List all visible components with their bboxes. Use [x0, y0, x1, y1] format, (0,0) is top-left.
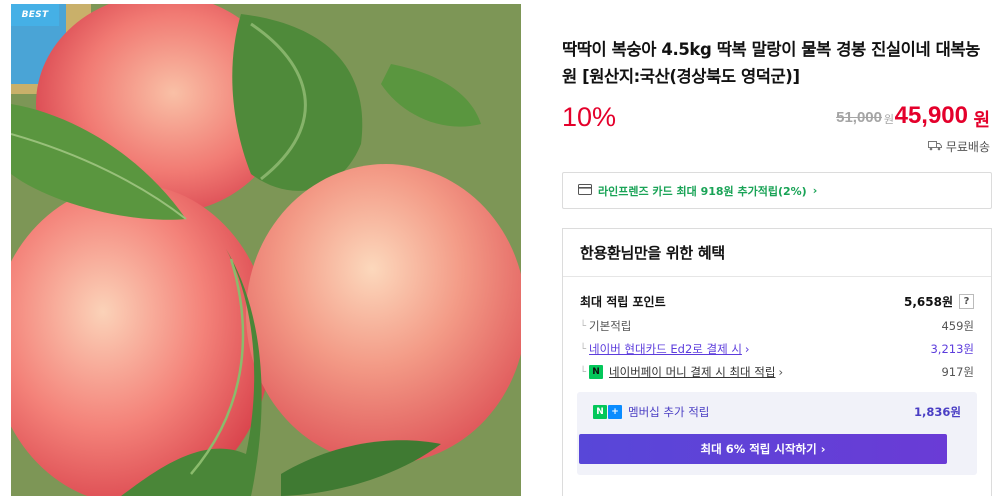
points-row-value: 917원 — [941, 365, 974, 379]
membership-row: N + 멤버십 추가 적립 1,836원 — [593, 404, 961, 420]
max-points-label: 최대 적립 포인트 — [580, 295, 666, 309]
sale-price: 45,900 — [894, 102, 968, 129]
npay-icon: N — [589, 365, 604, 379]
benefit-panel: 한용환님만을 위한 혜택 최대 적립 포인트 5,658원 ? └ 기본적립 4… — [562, 228, 992, 496]
points-row-link[interactable]: 네이버 현대카드 Ed2로 결제 시 — [589, 341, 742, 357]
max-points-value: 5,658원 — [904, 295, 953, 309]
points-row-npay[interactable]: └ N 네이버페이 머니 결제 시 최대 적립 › 917원 — [580, 364, 974, 380]
shipping-label: 무료배송 — [945, 140, 990, 154]
chevron-right-icon: › — [778, 365, 784, 379]
membership-value: 1,836원 — [914, 405, 961, 419]
points-row-value: 3,213원 — [930, 342, 974, 356]
benefit-heading: 한용환님만을 위한 혜택 — [563, 229, 991, 277]
points-row-value: 459원 — [941, 319, 974, 333]
points-row-link[interactable]: 네이버페이 머니 결제 시 최대 적립 — [609, 364, 775, 380]
card-promo-banner[interactable]: 라인프렌즈 카드 최대 918원 추가적립(2%) › — [562, 172, 992, 209]
shipping-info: 무료배송 — [927, 138, 990, 155]
points-row-label: 기본적립 — [589, 319, 632, 333]
sale-price-unit: 원 — [973, 110, 990, 131]
tree-branch-icon: └ — [580, 320, 587, 332]
membership-box: N + 멤버십 추가 적립 1,836원 최대 6% 적립 시작하기 › — [577, 392, 977, 475]
discount-rate: 10% — [562, 102, 617, 132]
chevron-right-icon: › — [744, 342, 750, 356]
tree-branch-icon: └ — [580, 366, 587, 378]
start-membership-button[interactable]: 최대 6% 적립 시작하기 › — [579, 434, 947, 464]
credit-card-icon — [578, 183, 592, 198]
max-points-row: 최대 적립 포인트 5,658원 ? — [580, 293, 974, 310]
original-price: 51,000 — [836, 109, 882, 126]
naver-plus-icon: N + — [593, 405, 622, 419]
product-title: 딱딱이 복숭아 4.5kg 딱복 말랑이 물복 경봉 진실이네 대복농원 [원산… — [562, 40, 980, 86]
points-row-card[interactable]: └ 네이버 현대카드 Ed2로 결제 시 › 3,213원 — [580, 341, 974, 357]
tree-branch-icon: └ — [580, 343, 587, 355]
product-image[interactable]: BEST — [11, 4, 521, 496]
chevron-right-icon: › — [812, 184, 818, 197]
points-row-basic: └ 기본적립 459원 — [580, 318, 974, 334]
best-badge: BEST — [11, 4, 59, 26]
card-promo-text: 라인프렌즈 카드 최대 918원 추가적립(2%) — [598, 184, 807, 198]
membership-label: 멤버십 추가 적립 — [628, 405, 710, 419]
help-icon[interactable]: ? — [959, 294, 974, 309]
original-price-unit: 원 — [883, 113, 894, 126]
truck-icon — [927, 140, 942, 154]
product-info-panel: 딱딱이 복숭아 4.5kg 딱복 말랑이 물복 경봉 진실이네 대복농원 [원산… — [562, 0, 994, 496]
